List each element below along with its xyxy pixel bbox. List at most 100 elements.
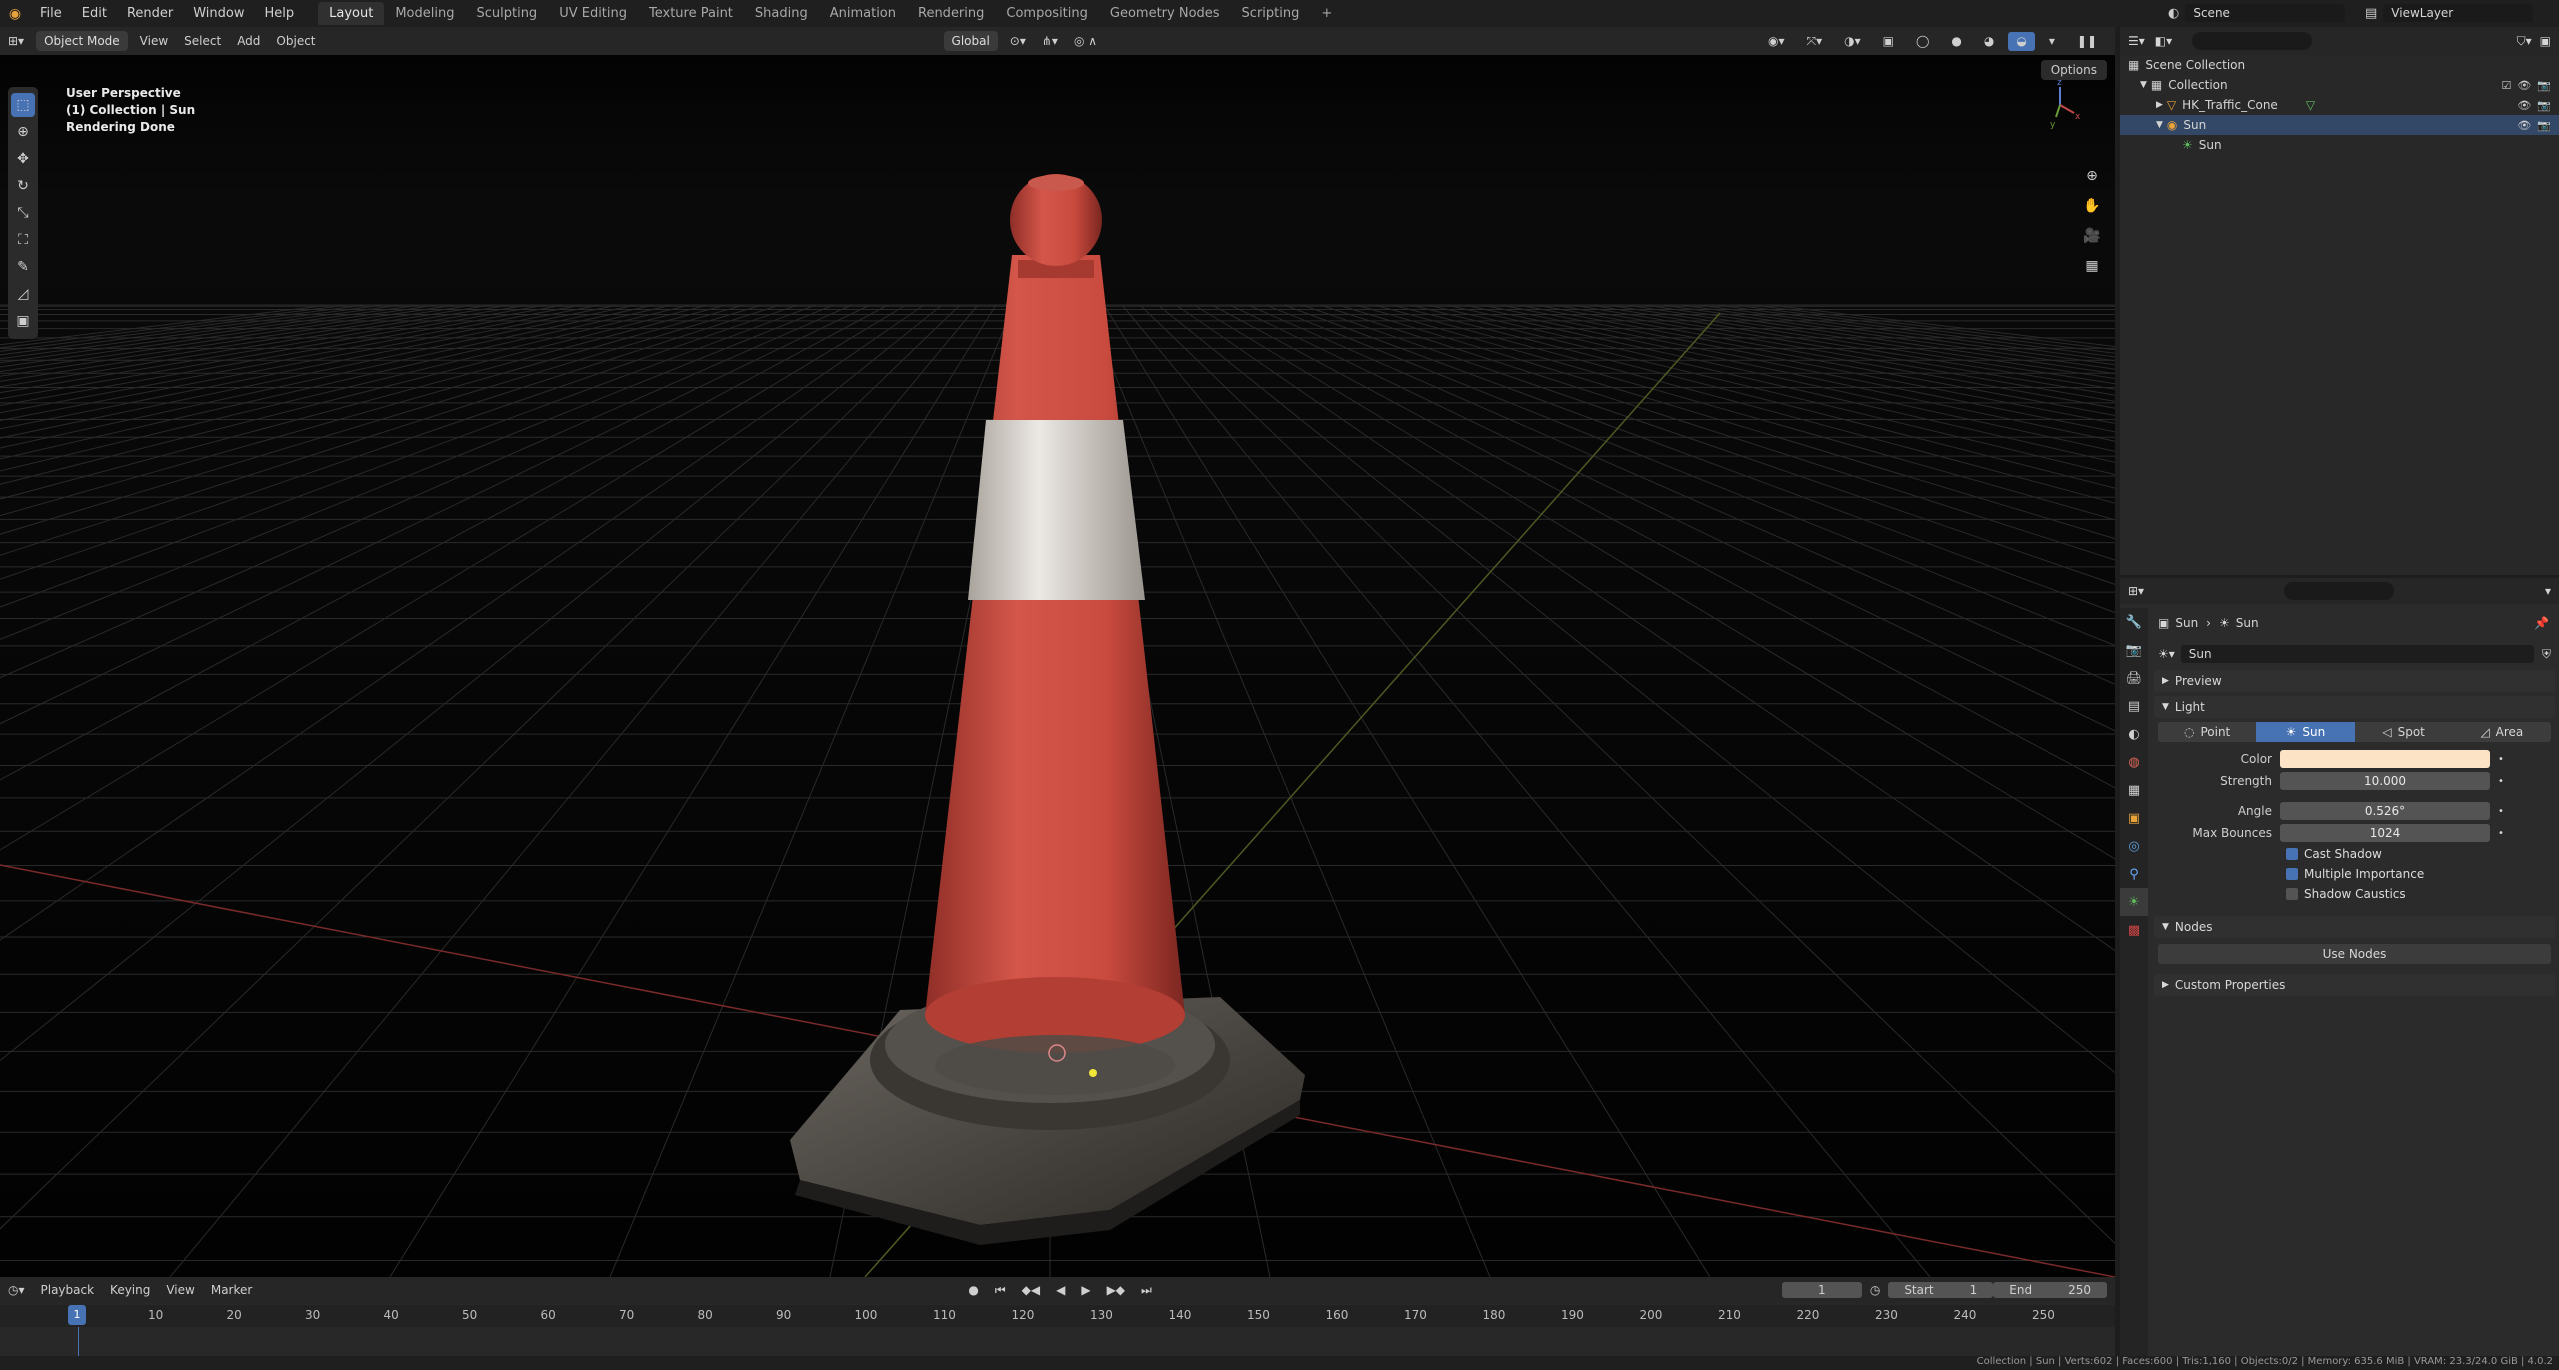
collection-tab-icon[interactable]: ▦	[2120, 776, 2148, 804]
shading-rendered-icon[interactable]: ◒	[2008, 31, 2035, 51]
texture-tab-icon[interactable]: ▩	[2120, 916, 2148, 944]
tab-rendering[interactable]: Rendering	[907, 2, 995, 25]
proportional-edit-icon[interactable]: ◎ ∧	[1066, 32, 1105, 50]
color-swatch[interactable]	[2280, 750, 2490, 768]
visibility-icon[interactable]: ◉▾	[1760, 32, 1793, 51]
keyframe-dot-icon[interactable]: •	[2498, 828, 2504, 839]
light-type-point[interactable]: ◌ Point	[2158, 722, 2257, 742]
pause-render-icon[interactable]: ❚❚	[2069, 32, 2105, 51]
physics-tab-icon[interactable]: ◎	[2120, 832, 2148, 860]
record-icon[interactable]: ●	[960, 1283, 986, 1297]
next-keyframe-icon[interactable]: ▶◆	[1099, 1283, 1133, 1297]
move-icon[interactable]: ✥	[11, 147, 35, 171]
cast-shadow-checkbox[interactable]: Cast Shadow	[2150, 844, 2559, 864]
jump-end-icon[interactable]: ⏭	[1133, 1283, 1160, 1298]
editor-type-icon[interactable]: ⊞▾	[0, 32, 32, 50]
tab-geometry-nodes[interactable]: Geometry Nodes	[1099, 2, 1231, 25]
keyframe-dot-icon[interactable]: •	[2498, 806, 2504, 817]
pin-icon[interactable]: 📌	[2534, 616, 2549, 630]
marker-menu[interactable]: Marker	[203, 1283, 260, 1297]
light-type-icon[interactable]: ☀▾	[2158, 647, 2175, 661]
play-icon[interactable]: ▶	[1073, 1283, 1098, 1297]
custom-properties-section[interactable]: ▶ Custom Properties	[2154, 974, 2555, 996]
outliner-search-input[interactable]	[2192, 32, 2313, 50]
view-layer-tab-icon[interactable]: ▤	[2120, 692, 2148, 720]
multiple-importance-checkbox[interactable]: Multiple Importance	[2150, 864, 2559, 884]
expand-arrow-icon[interactable]: ▼	[2140, 80, 2147, 90]
menu-file[interactable]: File	[30, 6, 72, 21]
tab-layout[interactable]: Layout	[318, 2, 385, 25]
gizmo-icon[interactable]: ⤧▾	[1799, 32, 1831, 51]
angle-field[interactable]: 0.526°	[2280, 802, 2490, 820]
light-type-sun[interactable]: ☀ Sun	[2256, 722, 2355, 742]
transform-icon[interactable]: ⛶	[11, 228, 35, 252]
add-cube-icon[interactable]: ▣	[11, 309, 35, 333]
overlay-icon[interactable]: ◑▾	[1836, 32, 1869, 51]
end-frame-field[interactable]: End 250	[1993, 1282, 2107, 1298]
scene-tab-icon[interactable]: ◐	[2120, 720, 2148, 748]
rotate-icon[interactable]: ↻	[11, 174, 35, 198]
tab-shading[interactable]: Shading	[744, 2, 819, 25]
current-frame-field[interactable]: 1	[1781, 1282, 1862, 1298]
keyframe-dot-icon[interactable]: •	[2498, 776, 2504, 787]
shading-material-icon[interactable]: ◕	[1976, 32, 2002, 51]
blender-logo-icon[interactable]: ◉	[0, 6, 30, 22]
viewlayer-name[interactable]: ViewLayer	[2383, 4, 2534, 22]
camera-icon[interactable]: 📷	[2537, 119, 2551, 132]
tab-scripting[interactable]: Scripting	[1231, 2, 1311, 25]
play-reverse-icon[interactable]: ◀	[1048, 1283, 1073, 1297]
3d-viewport[interactable]: z x y User Perspective (1) Collection | …	[0, 55, 2115, 1277]
transform-orientation[interactable]: Global	[943, 31, 998, 51]
view-menu[interactable]: View	[158, 1283, 202, 1297]
checkbox-icon[interactable]: ☑	[2501, 79, 2511, 92]
select-menu[interactable]: Select	[176, 32, 229, 50]
tab-uv-editing[interactable]: UV Editing	[548, 2, 638, 25]
options-button[interactable]: Options	[2040, 60, 2107, 80]
camera-icon[interactable]: 📷	[2537, 99, 2551, 112]
tree-row-sun[interactable]: ▼ ◉ Sun 👁 📷	[2120, 115, 2559, 135]
strength-field[interactable]: 10.000	[2280, 772, 2490, 790]
scale-icon[interactable]: ⤡	[11, 201, 35, 225]
scene-name[interactable]: Scene	[2185, 4, 2346, 22]
start-frame-field[interactable]: Start 1	[1888, 1282, 1994, 1298]
output-tab-icon[interactable]: 🖨	[2120, 664, 2148, 692]
max-bounces-field[interactable]: 1024	[2280, 824, 2490, 842]
viewlayer-selector[interactable]: ▤ ViewLayer	[2365, 4, 2534, 22]
preview-section[interactable]: ▶ Preview	[2154, 670, 2555, 692]
keying-menu[interactable]: Keying	[102, 1283, 158, 1297]
eye-icon[interactable]: 👁	[2517, 99, 2531, 112]
use-nodes-button[interactable]: Use Nodes	[2158, 944, 2551, 964]
jump-start-icon[interactable]: ⏮	[987, 1283, 1014, 1298]
shading-options-icon[interactable]: ▾	[2041, 32, 2063, 51]
light-data-tab-icon[interactable]: ☀	[2120, 888, 2148, 916]
tree-row-traffic-cone[interactable]: ▶ ▽ HK_Traffic_Cone ▽ 👁 📷	[2120, 95, 2559, 115]
tree-row-sun-data[interactable]: ☀ Sun	[2120, 135, 2559, 155]
filter-icon[interactable]: ⛉▾	[2517, 34, 2532, 49]
select-box-icon[interactable]: ⬚	[11, 93, 35, 117]
add-menu[interactable]: Add	[229, 32, 268, 50]
outliner-editor-icon[interactable]: ☰▾	[2128, 34, 2145, 48]
light-section[interactable]: ▼ Light	[2154, 696, 2555, 718]
prev-keyframe-icon[interactable]: ◆◀	[1014, 1283, 1048, 1297]
tab-compositing[interactable]: Compositing	[995, 2, 1099, 25]
object-tab-icon[interactable]: ▣	[2120, 804, 2148, 832]
tab-modeling[interactable]: Modeling	[384, 2, 465, 25]
tree-row-scene-collection[interactable]: ▦ Scene Collection	[2120, 55, 2559, 75]
light-type-area[interactable]: ◿ Area	[2452, 722, 2551, 742]
playback-menu[interactable]: Playback	[33, 1283, 103, 1297]
zoom-icon[interactable]: ⊕	[2081, 165, 2103, 187]
shading-wireframe-icon[interactable]: ◯	[1908, 32, 1937, 51]
tree-row-collection[interactable]: ▼ ▦ Collection ☑ 👁 📷	[2120, 75, 2559, 95]
new-collection-icon[interactable]: ▣	[2540, 34, 2551, 48]
perspective-toggle-icon[interactable]: ▦	[2081, 255, 2103, 277]
playhead[interactable]: 1	[68, 1305, 86, 1325]
shadow-caustics-checkbox[interactable]: Shadow Caustics	[2150, 884, 2559, 904]
nodes-section[interactable]: ▼ Nodes	[2154, 916, 2555, 938]
camera-icon[interactable]: 📷	[2537, 79, 2551, 92]
menu-render[interactable]: Render	[117, 6, 183, 21]
menu-window[interactable]: Window	[183, 6, 254, 21]
properties-editor-icon[interactable]: ⊞▾	[2128, 584, 2144, 598]
expand-arrow-icon[interactable]: ▼	[2156, 120, 2163, 130]
eye-icon[interactable]: 👁	[2517, 79, 2531, 92]
mode-selector[interactable]: Object Mode	[36, 31, 128, 51]
